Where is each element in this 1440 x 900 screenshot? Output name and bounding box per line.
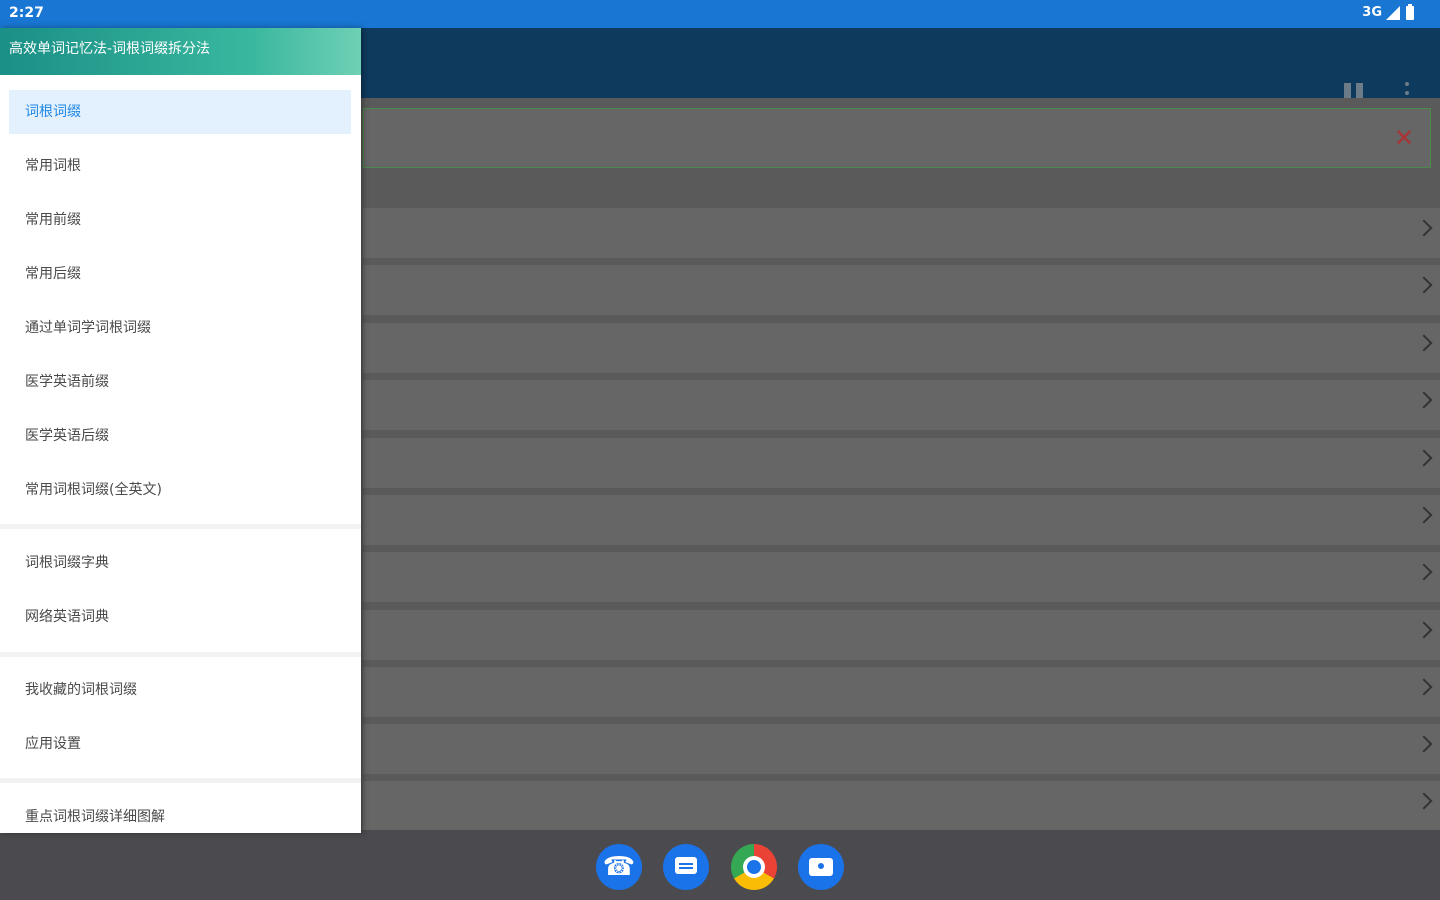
menu-item-settings[interactable]: 应用设置 (9, 722, 351, 766)
list-item[interactable] (363, 781, 1440, 831)
chrome-icon[interactable] (731, 844, 777, 890)
app-dock (0, 830, 1440, 900)
chevron-right-icon (1415, 792, 1433, 810)
menu-item-common-roots[interactable]: 常用词根 (9, 144, 351, 188)
list-item[interactable] (363, 208, 1440, 258)
chevron-right-icon (1415, 276, 1433, 294)
messages-icon[interactable] (663, 844, 709, 890)
menu-item-roots-affixes[interactable]: 词根词缀 (9, 90, 351, 134)
drawer-divider (0, 652, 361, 657)
drawer-divider (0, 524, 361, 529)
menu-item-medical-prefixes[interactable]: 医学英语前缀 (9, 360, 351, 404)
chevron-right-icon (1415, 391, 1433, 409)
drawer-title: 高效单词记忆法-词根词缀拆分法 (9, 41, 211, 57)
signal-icon (1386, 5, 1400, 20)
chevron-right-icon (1415, 334, 1433, 352)
chevron-right-icon (1415, 219, 1433, 237)
network-type: 3G (1362, 5, 1382, 20)
list-item[interactable] (363, 323, 1440, 373)
menu-item-favorites[interactable]: 我收藏的词根词缀 (9, 668, 351, 712)
menu-item-illustrated-guide[interactable]: 重点词根词缀详细图解 (9, 795, 351, 833)
status-bar: 2:27 3G (0, 0, 1440, 28)
chevron-right-icon (1415, 449, 1433, 467)
list-item[interactable] (363, 552, 1440, 602)
list-item[interactable] (363, 438, 1440, 488)
list-item[interactable] (363, 265, 1440, 315)
menu-item-common-prefixes[interactable]: 常用前缀 (9, 198, 351, 242)
chevron-right-icon (1415, 678, 1433, 696)
drawer-header: 高效单词记忆法-词根词缀拆分法 (0, 28, 361, 75)
status-icons: 3G (1362, 3, 1414, 20)
menu-item-common-suffixes[interactable]: 常用后缀 (9, 252, 351, 296)
drawer-divider (0, 778, 361, 783)
list-item[interactable] (363, 610, 1440, 660)
phone-icon[interactable] (596, 844, 642, 890)
list-item[interactable] (363, 495, 1440, 545)
menu-item-affix-dictionary[interactable]: 词根词缀字典 (9, 541, 351, 585)
chevron-right-icon (1415, 506, 1433, 524)
chevron-right-icon (1415, 735, 1433, 753)
navigation-drawer: 高效单词记忆法-词根词缀拆分法 词根词缀 常用词根 常用前缀 常用后缀 通过单词… (0, 28, 361, 833)
menu-item-online-dictionary[interactable]: 网络英语词典 (9, 595, 351, 639)
search-box[interactable]: ✕ (363, 108, 1431, 168)
menu-item-medical-suffixes[interactable]: 医学英语后缀 (9, 414, 351, 458)
list-item[interactable] (363, 724, 1440, 774)
menu-item-learn-by-words[interactable]: 通过单词学词根词缀 (9, 306, 351, 350)
chevron-right-icon (1415, 563, 1433, 581)
close-icon[interactable]: ✕ (1392, 126, 1416, 150)
list-item[interactable] (363, 380, 1440, 430)
status-time: 2:27 (9, 5, 44, 21)
chevron-right-icon (1415, 621, 1433, 639)
menu-item-roots-english[interactable]: 常用词根词缀(全英文) (9, 468, 351, 512)
list-item[interactable] (363, 667, 1440, 717)
camera-icon[interactable] (798, 844, 844, 890)
battery-icon (1406, 3, 1414, 20)
